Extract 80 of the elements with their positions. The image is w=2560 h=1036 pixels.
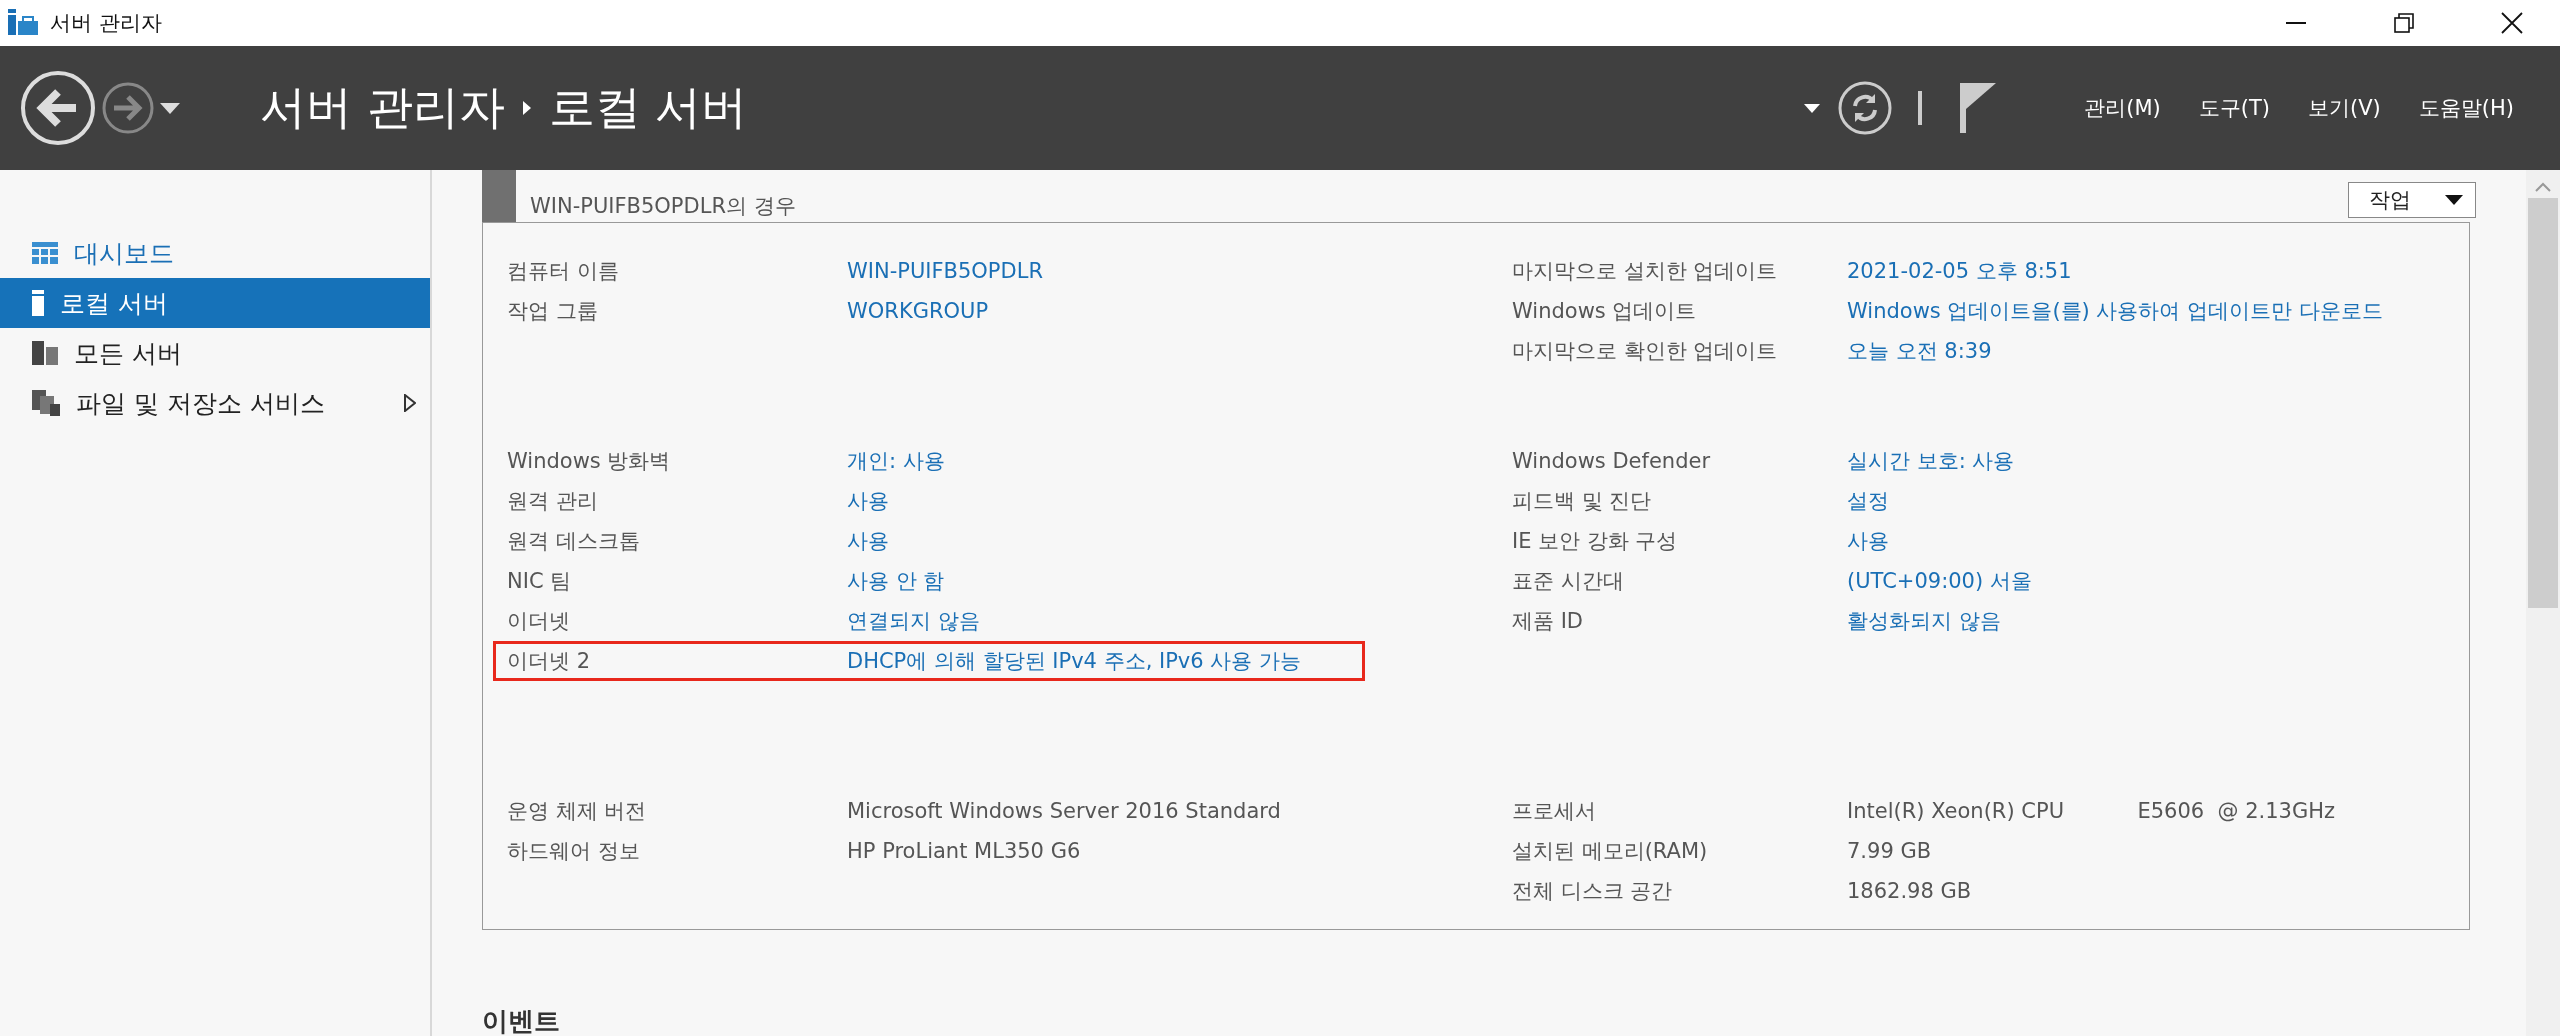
- sidebar-item-label: 대시보드: [74, 237, 175, 270]
- tasks-dropdown[interactable]: 작업: [2348, 182, 2476, 218]
- scrollbar[interactable]: [2526, 170, 2560, 1036]
- breadcrumb-item[interactable]: 서버 관리자: [260, 77, 505, 139]
- property-link[interactable]: 사용 안 함: [847, 567, 945, 595]
- sidebar-item[interactable]: 로컬 서버: [0, 278, 430, 328]
- breadcrumb-separator-icon: [522, 101, 531, 115]
- dropdown-caret-icon[interactable]: [1804, 103, 1821, 113]
- property-link[interactable]: WIN-PUIFB5OPDLR: [847, 259, 1043, 283]
- property-link[interactable]: 연결되지 않음: [847, 607, 980, 635]
- menu-item[interactable]: 보기(V): [2308, 94, 2381, 122]
- window-title: 서버 관리자: [50, 10, 163, 37]
- forward-button[interactable]: [102, 82, 154, 134]
- server-manager-icon: [8, 9, 38, 37]
- close-icon: [2501, 12, 2523, 34]
- expand-arrow-icon[interactable]: [404, 394, 416, 412]
- property-label: 제품 ID: [1512, 608, 1585, 635]
- property-label: 마지막으로 확인한 업데이트: [1512, 338, 1779, 365]
- property-label: 작업 그룹: [507, 298, 599, 325]
- servers-icon: [32, 341, 58, 365]
- property-label: 이더넷 2: [507, 648, 592, 675]
- sidebar-item-label: 파일 및 저장소 서비스: [76, 387, 326, 420]
- property-label: NIC 팀: [507, 568, 573, 595]
- server-icon: [482, 170, 516, 222]
- property-link[interactable]: 오늘 오전 8:39: [1847, 337, 1992, 365]
- property-label: 마지막으로 설치한 업데이트: [1512, 258, 1779, 285]
- property-label: 이더넷: [507, 608, 571, 635]
- property-label: 표준 시간대: [1512, 568, 1625, 595]
- property-link[interactable]: 사용: [847, 527, 889, 555]
- caret-icon: [2445, 195, 2463, 205]
- property-label: Windows 방화벽: [507, 448, 672, 475]
- property-link[interactable]: (UTC+09:00) 서울: [1847, 567, 2032, 595]
- menu-item[interactable]: 도구(T): [2198, 94, 2271, 122]
- property-value: Microsoft Windows Server 2016 Standard: [847, 799, 1281, 823]
- property-link[interactable]: 2021-02-05 오후 8:51: [1847, 257, 2072, 285]
- property-label: Windows 업데이트: [1512, 298, 1698, 325]
- sidebar-item[interactable]: 대시보드: [0, 228, 430, 278]
- property-label: 원격 관리: [507, 488, 599, 515]
- sidebar-item-label: 모든 서버: [74, 337, 183, 370]
- menu-item[interactable]: 도움말(H): [2418, 94, 2514, 122]
- property-link[interactable]: 개인: 사용: [847, 447, 945, 475]
- minimize-icon: [2286, 22, 2306, 24]
- restore-icon: [2394, 13, 2414, 33]
- sidebar-item[interactable]: 모든 서버: [0, 328, 430, 378]
- property-link[interactable]: 사용: [847, 487, 889, 515]
- property-label: 설치된 메모리(RAM): [1512, 838, 1709, 865]
- property-label: 전체 디스크 공간: [1512, 878, 1674, 905]
- property-value: Intel(R) Xeon(R) CPU E5606 @ 2.13GHz: [1847, 799, 2336, 823]
- property-label: 운영 체제 버전: [507, 798, 648, 825]
- property-label: 원격 데스크톱: [507, 528, 641, 555]
- dropdown-caret-icon[interactable]: [160, 102, 180, 114]
- property-label: IE 보안 강화 구성: [1512, 528, 1679, 555]
- breadcrumb-item[interactable]: 로컬 서버: [548, 77, 748, 139]
- property-label: 하드웨어 정보: [507, 838, 641, 865]
- server-icon: [32, 290, 44, 316]
- menu-item[interactable]: 관리(M): [2084, 94, 2161, 122]
- property-link[interactable]: 설정: [1847, 487, 1889, 515]
- property-value: 7.99 GB: [1847, 839, 1932, 863]
- property-value: HP ProLiant ML350 G6: [847, 839, 1081, 863]
- property-link[interactable]: WORKGROUP: [847, 299, 989, 323]
- section-heading: 이벤트: [482, 1005, 560, 1036]
- property-link[interactable]: DHCP에 의해 할당된 IPv4 주소, IPv6 사용 가능: [847, 647, 1301, 675]
- property-link[interactable]: 활성화되지 않음: [1847, 607, 2001, 635]
- property-link[interactable]: Windows 업데이트을(를) 사용하여 업데이트만 다운로드: [1847, 297, 2383, 325]
- property-value: 1862.98 GB: [1847, 879, 1972, 903]
- property-label: 프로세서: [1512, 798, 1597, 825]
- property-label: 컴퓨터 이름: [507, 258, 620, 285]
- property-link[interactable]: 실시간 보호: 사용: [1847, 447, 2015, 475]
- sidebar-item-label: 로컬 서버: [60, 287, 169, 320]
- toolbar-separator-icon: [1918, 91, 1923, 125]
- notifications-flag-icon[interactable]: [1960, 83, 1997, 133]
- folder-icon: [32, 390, 60, 416]
- property-label: Windows Defender: [1512, 449, 1711, 473]
- refresh-icon[interactable]: [1838, 81, 1893, 135]
- property-label: 피드백 및 진단: [1512, 488, 1653, 515]
- back-button[interactable]: [20, 70, 96, 146]
- dashboard-icon: [32, 242, 58, 264]
- property-link[interactable]: 사용: [1847, 527, 1889, 555]
- sidebar-item[interactable]: 파일 및 저장소 서비스: [0, 378, 430, 428]
- properties-subtitle: WIN-PUIFB5OPDLR의 경우: [530, 193, 797, 220]
